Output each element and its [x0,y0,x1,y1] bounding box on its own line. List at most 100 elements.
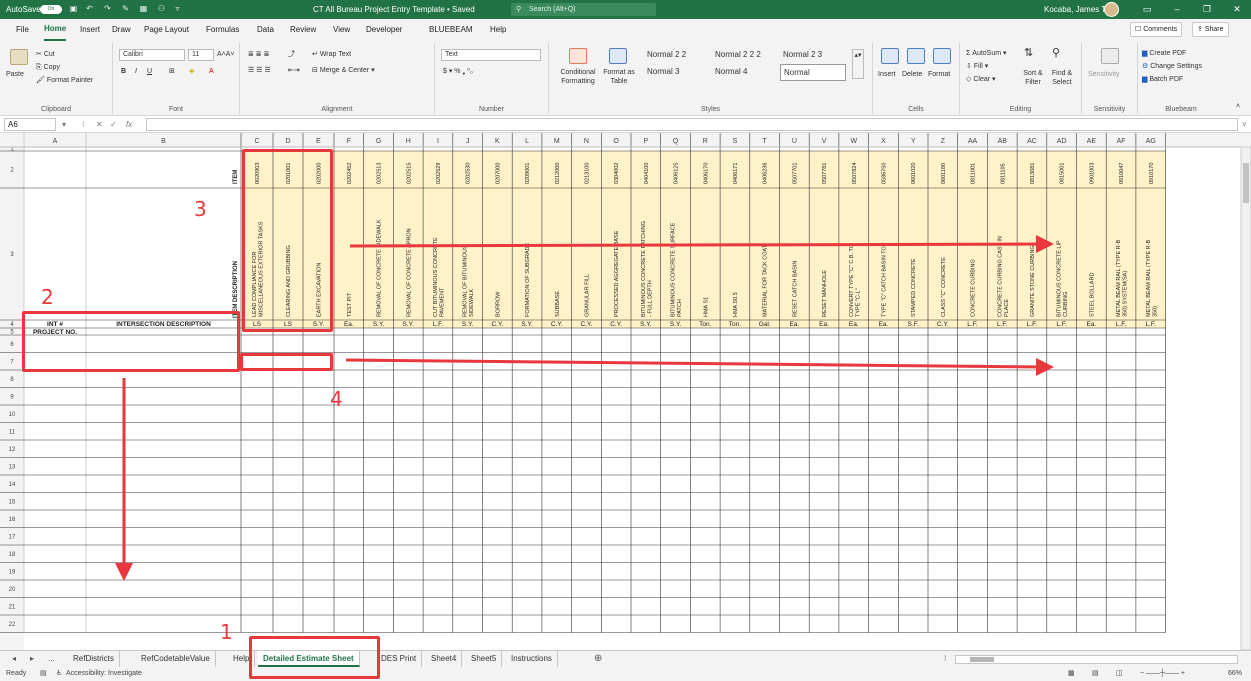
item-code[interactable]: 0212000 [555,163,561,184]
tab-view[interactable]: View [333,19,350,41]
column-header-v[interactable]: V [822,138,827,145]
fill-color-icon[interactable]: ◈ [189,66,194,77]
column-header-aa[interactable]: AA [968,138,978,145]
cut-button[interactable]: ✂ Cut [36,49,55,60]
item-unit[interactable]: S.F. [908,321,919,328]
item-description[interactable]: RESET CATCH BASIN [792,261,798,317]
sheet-tab-sheet5[interactable]: Sheet5 [466,651,503,667]
scroll-thumb[interactable] [970,657,994,662]
row-header-21[interactable]: 21 [9,604,16,610]
item-description[interactable]: FORMATION OF SUBGRADE [525,243,531,317]
row-header-17[interactable]: 17 [9,534,16,540]
column-header-l[interactable]: L [525,138,529,145]
formula-input[interactable] [146,118,1238,131]
item-code[interactable]: 0406236 [763,163,769,184]
item-description[interactable]: MATERIAL FOR TACK COAT [763,244,769,317]
row-header-22[interactable]: 22 [9,622,16,628]
column-header-m[interactable]: M [554,138,560,145]
comments-button[interactable]: ☐ Comments [1130,22,1183,37]
align-left-icon[interactable]: ☰ ☰ ☰ [248,65,271,76]
column-header-ag[interactable]: AG [1146,138,1156,145]
format-painter-button[interactable]: 🖌 Format Painter [36,75,93,86]
column-header-ab[interactable]: AB [998,138,1008,145]
item-description[interactable]: BORROW [495,291,501,317]
vertical-scroll-thumb[interactable] [1243,163,1249,203]
column-header-ad[interactable]: AD [1057,138,1067,145]
sheet-tab-refdistricts[interactable]: RefDistricts [68,651,120,667]
style-normal-2-2[interactable]: Normal 2 2 [644,47,712,62]
column-header-u[interactable]: U [792,138,797,145]
row-header-23[interactable]: 23 [9,133,16,135]
item-code[interactable]: 0901003 [1089,163,1095,184]
bold-button[interactable]: B [121,66,126,77]
ribbon-display-icon[interactable]: ▭ [1134,0,1160,19]
column-header-q[interactable]: Q [673,138,679,145]
tab-home[interactable]: Home [44,19,67,41]
column-header-p[interactable]: P [644,138,649,145]
share-qat-icon[interactable]: ⚇ [156,3,167,15]
column-header-w[interactable]: W [850,138,857,145]
column-header-t[interactable]: T [763,138,768,145]
tab-page-layout[interactable]: Page Layout [144,19,189,41]
column-header-g[interactable]: G [376,138,381,145]
style-normal-2-2-2[interactable]: Normal 2 2 2 [712,47,780,62]
sheet-tab-sheet4[interactable]: Sheet4 [426,651,463,667]
paint-icon[interactable]: ✎ [120,3,131,15]
cancel-icon[interactable]: ✕ [96,118,103,131]
row-header-13[interactable]: 13 [9,464,16,470]
item-description[interactable]: TEST PIT [347,292,353,317]
item-unit[interactable]: Ea. [789,321,799,328]
item-description[interactable]: GRANULAR FILL [584,274,590,317]
namebox-dropdown-icon[interactable]: ▾ [62,118,66,131]
orientation-icon[interactable]: ⤴ [288,49,295,60]
italic-button[interactable]: I [135,66,137,77]
table-icon[interactable]: ▦ [138,3,149,15]
row-header-16[interactable]: 16 [9,517,16,523]
column-header-n[interactable]: N [584,138,589,145]
style-normal[interactable]: Normal [780,64,846,81]
item-unit[interactable]: Ton. [699,321,711,328]
increase-font-icon[interactable]: A˄A˅ [217,49,235,60]
row-header-11[interactable]: 11 [9,429,16,435]
fx-icon[interactable]: fx [126,118,132,131]
item-description[interactable]: PROCESSED AGGREGATE BASE [614,230,620,317]
item-unit[interactable]: Ea. [849,321,859,328]
column-header-z[interactable]: Z [941,138,946,145]
column-header-s[interactable]: S [733,138,738,145]
item-unit[interactable]: S.Y. [670,321,682,328]
item-unit[interactable]: C.Y. [551,321,563,328]
item-unit[interactable]: L.F. [1027,321,1038,328]
expand-formula-icon[interactable]: ˅ [1242,118,1247,131]
change-settings-button[interactable]: ⚙ Change Settings [1142,61,1202,72]
column-header-x[interactable]: X [881,138,886,145]
item-code[interactable]: 0586750 [881,163,887,184]
name-box[interactable]: A6 [4,118,56,131]
item-description[interactable]: CLASS "C" CONCRETE [941,257,947,317]
find-select-button[interactable]: Find & Select [1046,69,1078,87]
item-code[interactable]: 0304002 [614,163,620,184]
item-code[interactable]: 0406125 [674,163,680,184]
borders-icon[interactable]: ⊞ [169,66,175,77]
item-code[interactable]: 0910047 [1119,163,1125,184]
style-normal-4[interactable]: Normal 4 [712,64,780,79]
sheet-tab-des-print[interactable]: DES Print [376,651,423,667]
item-unit[interactable]: L.F. [1116,321,1127,328]
copy-button[interactable]: ⎘ Copy [36,62,60,73]
currency-icon[interactable]: $ ▾ % ❟ ⁰₀ [443,66,473,77]
sheet-tab-instructions[interactable]: Instructions [506,651,558,667]
delete-button[interactable]: Delete [902,69,922,80]
restore-icon[interactable]: ❐ [1194,0,1220,19]
column-header-k[interactable]: K [495,138,500,145]
page-layout-view-icon[interactable]: ▤ [1092,667,1099,681]
item-unit[interactable]: C.Y. [937,321,949,328]
column-header-i[interactable]: I [437,138,439,145]
worksheet-grid[interactable]: A B C D E F G H I J K L M N O P Q R S T U V W X Y Z AA AB AC AD AE AF AG… [0,133,1251,650]
item-description[interactable]: HMA S1 [703,297,709,317]
row-header-18[interactable]: 18 [9,552,16,558]
item-description[interactable]: SUBBASE [555,291,561,317]
item-code[interactable]: 0507781 [822,163,828,184]
item-unit[interactable]: L.F. [1056,321,1067,328]
item-code[interactable]: 0404100 [644,163,650,184]
item-unit[interactable]: Gal. [759,321,771,328]
item-unit[interactable]: Ea. [344,321,354,328]
